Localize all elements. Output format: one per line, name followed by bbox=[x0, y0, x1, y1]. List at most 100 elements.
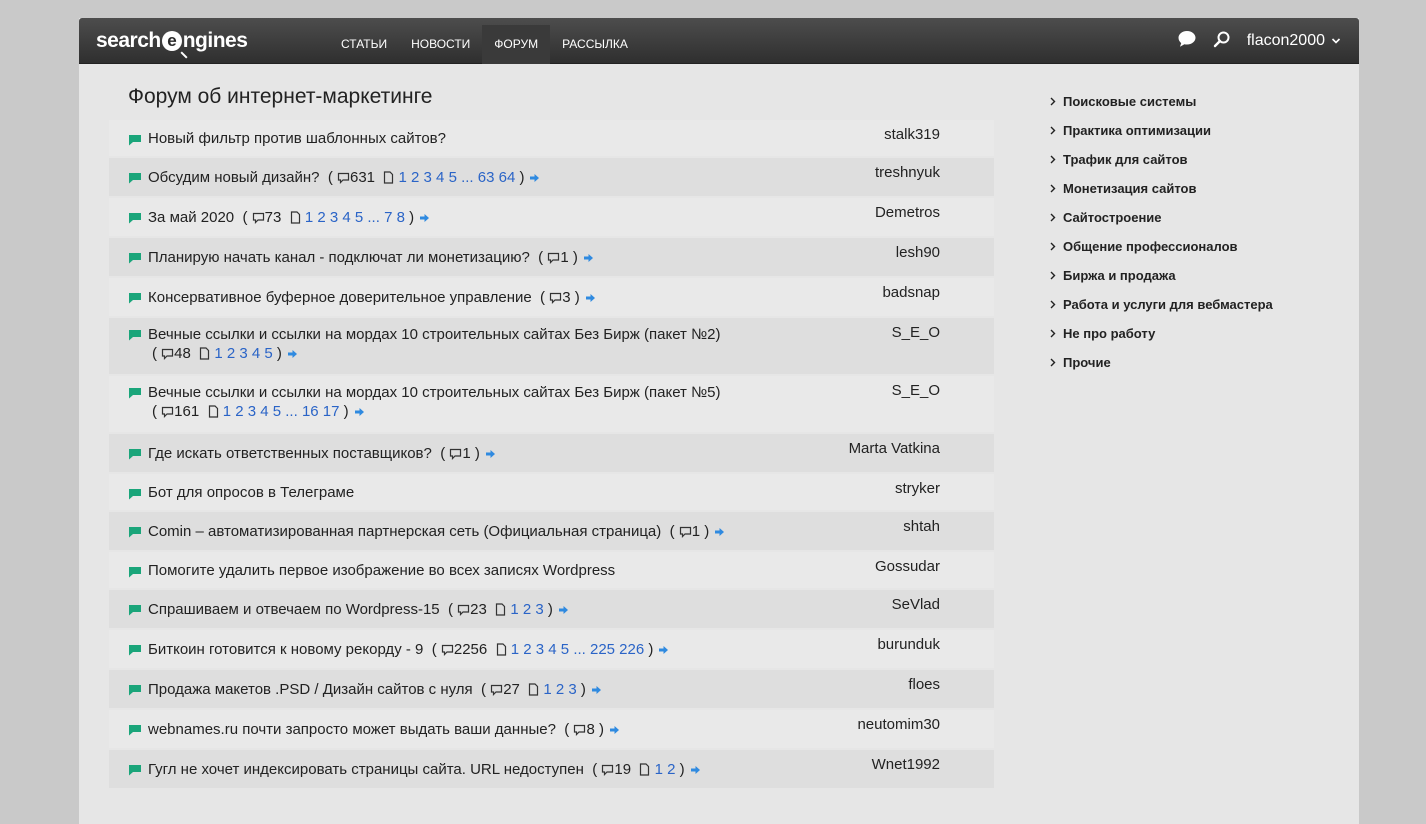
arrow-right-icon[interactable] bbox=[583, 248, 593, 267]
sidebar-item[interactable]: Работа и услуги для вебмастера bbox=[1050, 290, 1273, 319]
topic-row: Спрашиваем и отвечаем по Wordpress-15 ( … bbox=[109, 590, 994, 630]
search-icon[interactable] bbox=[1213, 30, 1231, 53]
topic-title-link[interactable]: Спрашиваем и отвечаем по Wordpress-15 bbox=[148, 601, 440, 618]
page-links[interactable]: 1 2 bbox=[655, 761, 676, 778]
comment-icon bbox=[601, 762, 614, 781]
arrow-right-icon[interactable] bbox=[591, 680, 601, 699]
topic-row: Гугл не хочет индексировать страницы сай… bbox=[109, 750, 994, 790]
sidebar-item[interactable]: Прочие bbox=[1050, 348, 1273, 377]
comment-icon bbox=[549, 290, 562, 309]
main-nav: СТАТЬИ НОВОСТИ ФОРУМ РАССЫЛКА bbox=[329, 25, 640, 64]
sidebar-item[interactable]: Трафик для сайтов bbox=[1050, 145, 1273, 174]
topic-author[interactable]: stryker bbox=[895, 480, 940, 497]
sidebar-item[interactable]: Сайтостроение bbox=[1050, 203, 1273, 232]
comment-icon bbox=[337, 170, 350, 189]
user-menu[interactable]: flacon2000 bbox=[1247, 32, 1341, 50]
reply-count: 1 bbox=[462, 445, 471, 462]
arrow-right-icon[interactable] bbox=[609, 720, 619, 739]
page-links[interactable]: 1 2 3 bbox=[543, 681, 576, 698]
topic-row: Консервативное буферное доверительное уп… bbox=[109, 278, 994, 318]
topic-title-link[interactable]: Биткоин готовится к новому рекорду - 9 bbox=[148, 641, 423, 658]
sidebar-item-label: Биржа и продажа bbox=[1063, 268, 1176, 283]
comment-icon bbox=[457, 602, 470, 621]
topic-title-link[interactable]: Comin – автоматизированная партнерская с… bbox=[148, 523, 661, 540]
topic-author[interactable]: S_E_O bbox=[892, 324, 940, 341]
topic-title-link[interactable]: Бот для опросов в Телеграме bbox=[148, 484, 354, 501]
sidebar-item[interactable]: Монетизация сайтов bbox=[1050, 174, 1273, 203]
topic-author[interactable]: stalk319 bbox=[884, 126, 940, 143]
arrow-right-icon[interactable] bbox=[659, 640, 669, 659]
topic-title-link[interactable]: За май 2020 bbox=[148, 209, 234, 226]
sidebar-item[interactable]: Поисковые системы bbox=[1050, 87, 1273, 116]
arrow-right-icon[interactable] bbox=[690, 760, 700, 779]
topic-title-link[interactable]: Где искать ответственных поставщиков? bbox=[148, 445, 432, 462]
topic-author[interactable]: floes bbox=[908, 676, 940, 693]
topic-title-link[interactable]: Помогите удалить первое изображение во в… bbox=[148, 562, 615, 579]
topic-title-link[interactable]: Обсудим новый дизайн? bbox=[148, 169, 319, 186]
page: search e ngines СТАТЬИ НОВОСТИ ФОРУМ РАССЫЛКА… bbox=[79, 18, 1359, 824]
arrow-right-icon[interactable] bbox=[485, 444, 495, 463]
topic-author[interactable]: Wnet1992 bbox=[872, 756, 940, 773]
sidebar-item[interactable]: Общение профессионалов bbox=[1050, 232, 1273, 261]
topic-bullet-icon bbox=[129, 133, 141, 146]
sidebar-item-label: Работа и услуги для вебмастера bbox=[1063, 297, 1273, 312]
page-links[interactable]: 1 2 3 bbox=[510, 601, 543, 618]
arrow-right-icon[interactable] bbox=[420, 208, 430, 227]
topic-row: Обсудим новый дизайн? ( 631 1 2 3 4 5 ..… bbox=[109, 158, 994, 198]
page-links[interactable]: 1 2 3 4 5 ... 16 17 bbox=[223, 403, 340, 420]
topic-bullet-icon bbox=[129, 328, 141, 341]
sidebar-item-label: Поисковые системы bbox=[1063, 94, 1197, 109]
topic-author[interactable]: shtah bbox=[903, 518, 940, 535]
nav-item-2[interactable]: ФОРУМ bbox=[482, 25, 551, 64]
topic-author[interactable]: lesh90 bbox=[896, 244, 940, 261]
topic-bullet-icon bbox=[129, 603, 141, 616]
topic-meta: ( 8 ) bbox=[556, 721, 619, 738]
sidebar-item[interactable]: Биржа и продажа bbox=[1050, 261, 1273, 290]
topic-bullet-icon bbox=[129, 251, 141, 264]
page-icon bbox=[495, 602, 506, 621]
topic-author[interactable]: Gossudar bbox=[875, 558, 940, 575]
arrow-right-icon[interactable] bbox=[585, 288, 595, 307]
topic-meta: ( 1 ) bbox=[530, 249, 593, 266]
nav-item-0[interactable]: СТАТЬИ bbox=[329, 25, 399, 64]
chevron-right-icon bbox=[1050, 123, 1056, 138]
topic-title-link[interactable]: Консервативное буферное доверительное уп… bbox=[148, 289, 532, 306]
topic-title-link[interactable]: Новый фильтр против шаблонных сайтов? bbox=[148, 130, 446, 147]
arrow-right-icon[interactable] bbox=[715, 522, 725, 541]
arrow-right-icon[interactable] bbox=[530, 168, 540, 187]
sidebar-item[interactable]: Практика оптимизации bbox=[1050, 116, 1273, 145]
arrow-right-icon[interactable] bbox=[354, 402, 364, 421]
site-logo[interactable]: search e ngines bbox=[96, 25, 248, 57]
sidebar-item[interactable]: Не про работу bbox=[1050, 319, 1273, 348]
topic-author[interactable]: burunduk bbox=[877, 636, 940, 653]
topic-title-link[interactable]: Гугл не хочет индексировать страницы сай… bbox=[148, 761, 584, 778]
topic-author[interactable]: SeVlad bbox=[892, 596, 940, 613]
topic-bullet-icon bbox=[129, 723, 141, 736]
page-links[interactable]: 1 2 3 4 5 bbox=[214, 345, 272, 362]
chat-bubble-icon[interactable] bbox=[1177, 29, 1197, 54]
arrow-right-icon[interactable] bbox=[558, 600, 568, 619]
nav-item-1[interactable]: НОВОСТИ bbox=[399, 25, 482, 64]
page-links[interactable]: 1 2 3 4 5 ... 63 64 bbox=[399, 169, 516, 186]
page-links[interactable]: 1 2 3 4 5 ... 225 226 bbox=[511, 641, 644, 658]
topic-title-link[interactable]: Продажа макетов .PSD / Дизайн сайтов с н… bbox=[148, 681, 473, 698]
topic-author[interactable]: neutomim30 bbox=[857, 716, 940, 733]
nav-item-3[interactable]: РАССЫЛКА bbox=[550, 25, 640, 64]
topic-meta: ( 73 1 2 3 4 5 ... 7 8 ) bbox=[234, 208, 430, 227]
topic-author[interactable]: badsnap bbox=[882, 284, 940, 301]
topic-author[interactable]: Marta Vatkina bbox=[849, 440, 940, 457]
topic-title-link[interactable]: Вечные ссылки и ссылки на мордах 10 стро… bbox=[148, 384, 721, 401]
page-links[interactable]: 1 2 3 4 5 ... 7 8 bbox=[305, 209, 405, 226]
topic-author[interactable]: Demetros bbox=[875, 204, 940, 221]
topic-title-link[interactable]: webnames.ru почти запросто может выдать … bbox=[148, 721, 556, 738]
topic-row: Где искать ответственных поставщиков? ( … bbox=[109, 434, 994, 474]
topic-line: Гугл не хочет индексировать страницы сай… bbox=[109, 750, 994, 781]
topic-title-link[interactable]: Вечные ссылки и ссылки на мордах 10 стро… bbox=[148, 326, 721, 343]
reply-count: 161 bbox=[174, 403, 200, 420]
topic-author[interactable]: treshnyuk bbox=[875, 164, 940, 181]
topic-line: Продажа макетов .PSD / Дизайн сайтов с н… bbox=[109, 670, 994, 701]
arrow-right-icon[interactable] bbox=[287, 344, 297, 363]
page-title: Форум об интернет-маркетинге bbox=[128, 85, 433, 108]
topic-title-link[interactable]: Планирую начать канал - подключат ли мон… bbox=[148, 249, 530, 266]
topic-author[interactable]: S_E_O bbox=[892, 382, 940, 399]
